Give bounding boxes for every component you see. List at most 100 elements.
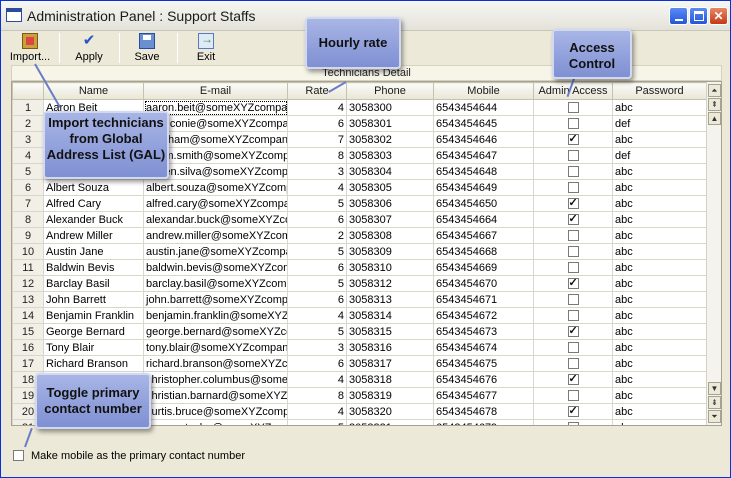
apply-button[interactable]: ✔ Apply xyxy=(71,33,107,65)
admin-access-checkbox[interactable] xyxy=(567,230,579,242)
name-cell[interactable]: George Bernard xyxy=(43,323,144,340)
phone-cell[interactable]: 3058313 xyxy=(346,291,434,308)
admin-access-checkbox[interactable] xyxy=(567,213,579,226)
email-cell[interactable]: john.barrett@someXYZcompa xyxy=(143,291,288,308)
table-row[interactable]: 13 John Barrett john.barrett@someXYZcompa 6… xyxy=(12,291,706,308)
admin-access-checkbox[interactable] xyxy=(567,422,579,425)
save-button[interactable]: Save xyxy=(131,33,163,65)
row-number-cell[interactable]: 8 xyxy=(12,211,44,228)
column-header-phone[interactable]: Phone xyxy=(346,82,434,100)
phone-cell[interactable]: 3058317 xyxy=(346,355,434,372)
scroll-up-icon[interactable]: ▲ xyxy=(708,112,721,125)
password-cell[interactable]: abc xyxy=(612,403,706,420)
email-cell[interactable]: thomas.taylor@someXYZcom xyxy=(143,419,288,425)
row-number-cell[interactable]: 7 xyxy=(12,195,44,212)
rate-cell[interactable]: 7 xyxy=(287,131,347,148)
admin-access-checkbox[interactable] xyxy=(567,262,579,274)
column-header-mobile[interactable]: Mobile xyxy=(433,82,534,100)
maximize-button[interactable] xyxy=(689,7,708,25)
email-cell[interactable]: christian.barnard@someXYZc xyxy=(143,387,288,404)
phone-cell[interactable]: 3058306 xyxy=(346,195,434,212)
row-number-cell[interactable]: 3 xyxy=(12,131,44,148)
phone-cell[interactable]: 3058308 xyxy=(346,227,434,244)
rate-cell[interactable]: 6 xyxy=(287,211,347,228)
password-cell[interactable]: abc xyxy=(612,195,706,212)
vertical-scrollbar[interactable]: ⏶ ⇞ ▲ ▼ ⇟ ⏷ xyxy=(706,82,721,425)
table-row[interactable]: 12 Barclay Basil barclay.basil@someXYZcomp… xyxy=(12,275,706,292)
row-number-cell[interactable]: 11 xyxy=(12,259,44,276)
table-row[interactable]: 8 Alexander Buck alexandar.buck@someXYZcom… xyxy=(12,211,706,228)
scroll-down-icon[interactable]: ▼ xyxy=(708,382,721,395)
password-cell[interactable]: def xyxy=(612,115,706,132)
password-cell[interactable]: abc xyxy=(612,291,706,308)
password-cell[interactable]: abc xyxy=(612,227,706,244)
mobile-cell[interactable]: 6543454644 xyxy=(433,99,534,116)
admin-access-cell[interactable] xyxy=(533,355,613,372)
rate-cell[interactable]: 4 xyxy=(287,371,347,388)
email-cell[interactable]: richard.branson@someXYZco xyxy=(143,355,288,372)
mobile-cell[interactable]: 6543454673 xyxy=(433,323,534,340)
admin-access-cell[interactable] xyxy=(533,307,613,324)
row-number-cell[interactable]: 13 xyxy=(12,291,44,308)
name-cell[interactable]: Albert Souza xyxy=(43,179,144,196)
phone-cell[interactable]: 3058319 xyxy=(346,387,434,404)
row-number-cell[interactable]: 4 xyxy=(12,147,44,164)
password-cell[interactable]: abc xyxy=(612,339,706,356)
admin-access-checkbox[interactable] xyxy=(567,405,579,418)
password-cell[interactable]: abc xyxy=(612,211,706,228)
row-number-cell[interactable]: 10 xyxy=(12,243,44,260)
column-header-name[interactable]: Name xyxy=(43,82,144,100)
mobile-cell[interactable]: 6543454678 xyxy=(433,403,534,420)
email-cell[interactable]: alfred.cary@someXYZcompar xyxy=(143,195,288,212)
password-cell[interactable]: abc xyxy=(612,179,706,196)
name-cell[interactable]: Baldwin Bevis xyxy=(43,259,144,276)
password-cell[interactable]: abc xyxy=(612,275,706,292)
admin-access-cell[interactable] xyxy=(533,339,613,356)
row-number-cell[interactable]: 6 xyxy=(12,179,44,196)
phone-cell[interactable]: 3058301 xyxy=(346,115,434,132)
name-cell[interactable]: John Barrett xyxy=(43,291,144,308)
password-cell[interactable]: abc xyxy=(612,243,706,260)
phone-cell[interactable]: 3058310 xyxy=(346,259,434,276)
admin-access-checkbox[interactable] xyxy=(567,197,579,210)
row-number-cell[interactable]: 17 xyxy=(12,355,44,372)
mobile-cell[interactable]: 6543454645 xyxy=(433,115,534,132)
password-cell[interactable]: abc xyxy=(612,371,706,388)
password-cell[interactable]: abc xyxy=(612,419,706,425)
table-row[interactable]: 7 Alfred Cary alfred.cary@someXYZcompar 5 30… xyxy=(12,195,706,212)
table-row[interactable]: 14 Benjamin Franklin benjamin.franklin@som… xyxy=(12,307,706,324)
column-header-email[interactable]: E-mail xyxy=(143,82,288,100)
mobile-cell[interactable]: 6543454674 xyxy=(433,339,534,356)
mobile-cell[interactable]: 6543454670 xyxy=(433,275,534,292)
scroll-last-icon[interactable]: ⏷ xyxy=(708,410,721,423)
mobile-cell[interactable]: 6543454671 xyxy=(433,291,534,308)
admin-access-checkbox[interactable] xyxy=(567,102,579,114)
rate-cell[interactable]: 5 xyxy=(287,323,347,340)
mobile-cell[interactable]: 6543454664 xyxy=(433,211,534,228)
rate-cell[interactable]: 6 xyxy=(287,355,347,372)
admin-access-cell[interactable] xyxy=(533,115,613,132)
password-cell[interactable]: abc xyxy=(612,355,706,372)
password-cell[interactable]: abc xyxy=(612,131,706,148)
admin-access-cell[interactable] xyxy=(533,275,613,292)
admin-access-cell[interactable] xyxy=(533,371,613,388)
name-cell[interactable]: Alfred Cary xyxy=(43,195,144,212)
mobile-cell[interactable]: 6543454677 xyxy=(433,387,534,404)
row-number-cell[interactable]: 16 xyxy=(12,339,44,356)
mobile-cell[interactable]: 6543454667 xyxy=(433,227,534,244)
mobile-cell[interactable]: 6543454649 xyxy=(433,179,534,196)
column-header-admin-access[interactable]: Admin Access xyxy=(533,82,613,100)
admin-access-checkbox[interactable] xyxy=(567,246,579,258)
admin-access-cell[interactable] xyxy=(533,179,613,196)
phone-cell[interactable]: 3058321 xyxy=(346,419,434,425)
admin-access-checkbox[interactable] xyxy=(567,325,579,338)
minimize-button[interactable] xyxy=(669,7,688,25)
rate-cell[interactable]: 3 xyxy=(287,163,347,180)
table-row[interactable]: 15 George Bernard george.bernard@someXYZco… xyxy=(12,323,706,340)
phone-cell[interactable]: 3058318 xyxy=(346,371,434,388)
admin-access-cell[interactable] xyxy=(533,323,613,340)
phone-cell[interactable]: 3058315 xyxy=(346,323,434,340)
table-row[interactable]: 9 Andrew Miller andrew.miller@someXYZcom 2 3… xyxy=(12,227,706,244)
rate-cell[interactable]: 5 xyxy=(287,419,347,425)
admin-access-checkbox[interactable] xyxy=(567,182,579,194)
